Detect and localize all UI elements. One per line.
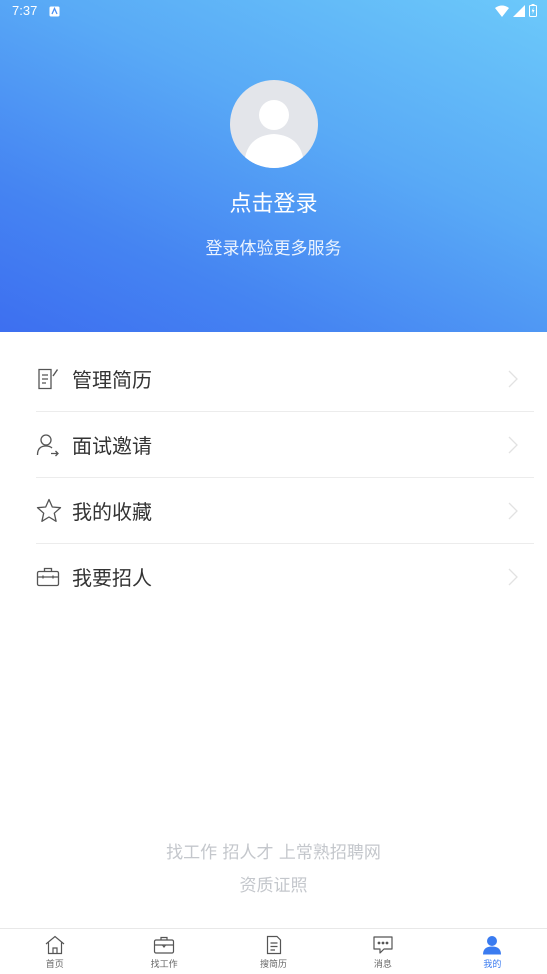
footer-slogan: 找工作 招人才 上常熟招聘网 — [166, 843, 381, 863]
status-icons — [495, 4, 537, 17]
chevron-right-icon — [508, 370, 518, 388]
tab-label: 首页 — [45, 960, 64, 970]
user-icon — [483, 936, 502, 955]
tab-mine[interactable]: 我的 — [438, 929, 547, 974]
battery-icon — [529, 4, 537, 17]
chevron-right-icon — [508, 436, 518, 454]
certificate-link[interactable]: 资质证照 — [0, 871, 547, 896]
resume-edit-icon — [36, 366, 62, 392]
cellular-signal-icon — [513, 4, 525, 17]
tab-label: 搜简历 — [260, 960, 288, 970]
tab-search-resume[interactable]: 搜简历 — [219, 929, 328, 974]
chevron-right-icon — [508, 568, 518, 586]
profile-screen: 7:37 点击登录 登录体验更多服务 管理简历 面试邀请 我的收藏 我要招人 找… — [0, 0, 547, 974]
briefcase-icon — [36, 564, 62, 590]
notification-icon — [49, 6, 60, 17]
menu-item-recruit[interactable]: 我要招人 — [36, 544, 534, 609]
star-icon — [36, 498, 62, 524]
login-button[interactable]: 点击登录 — [0, 186, 547, 218]
document-icon — [266, 935, 281, 955]
menu-item-label: 我要招人 — [72, 566, 152, 590]
default-avatar-icon — [244, 100, 304, 168]
status-bar: 7:37 — [0, 0, 547, 24]
tab-label: 我的 — [483, 960, 502, 970]
menu-item-label: 我的收藏 — [72, 500, 152, 524]
chevron-right-icon — [508, 502, 518, 520]
profile-menu: 管理简历 面试邀请 我的收藏 我要招人 — [36, 346, 534, 609]
menu-item-favorites[interactable]: 我的收藏 — [36, 478, 534, 544]
home-icon — [45, 935, 65, 955]
wifi-icon — [495, 5, 509, 17]
status-time: 7:37 — [12, 3, 38, 18]
menu-item-label: 面试邀请 — [72, 434, 152, 458]
menu-item-manage-resume[interactable]: 管理简历 — [36, 346, 534, 412]
login-subtitle: 登录体验更多服务 — [205, 239, 342, 259]
tab-home[interactable]: 首页 — [0, 929, 109, 974]
menu-item-label: 管理简历 — [72, 368, 152, 392]
briefcase-icon — [154, 936, 175, 954]
chat-icon — [373, 936, 393, 954]
tab-find-job[interactable]: 找工作 — [109, 929, 218, 974]
tab-label: 找工作 — [150, 960, 178, 970]
menu-item-interview-invitations[interactable]: 面试邀请 — [36, 412, 534, 478]
tab-messages[interactable]: 消息 — [328, 929, 437, 974]
bottom-tab-bar: 首页 找工作 搜简历 消息 我的 — [0, 928, 547, 974]
avatar[interactable] — [230, 80, 318, 168]
user-arrow-icon — [36, 432, 62, 458]
tab-label: 消息 — [373, 960, 392, 970]
